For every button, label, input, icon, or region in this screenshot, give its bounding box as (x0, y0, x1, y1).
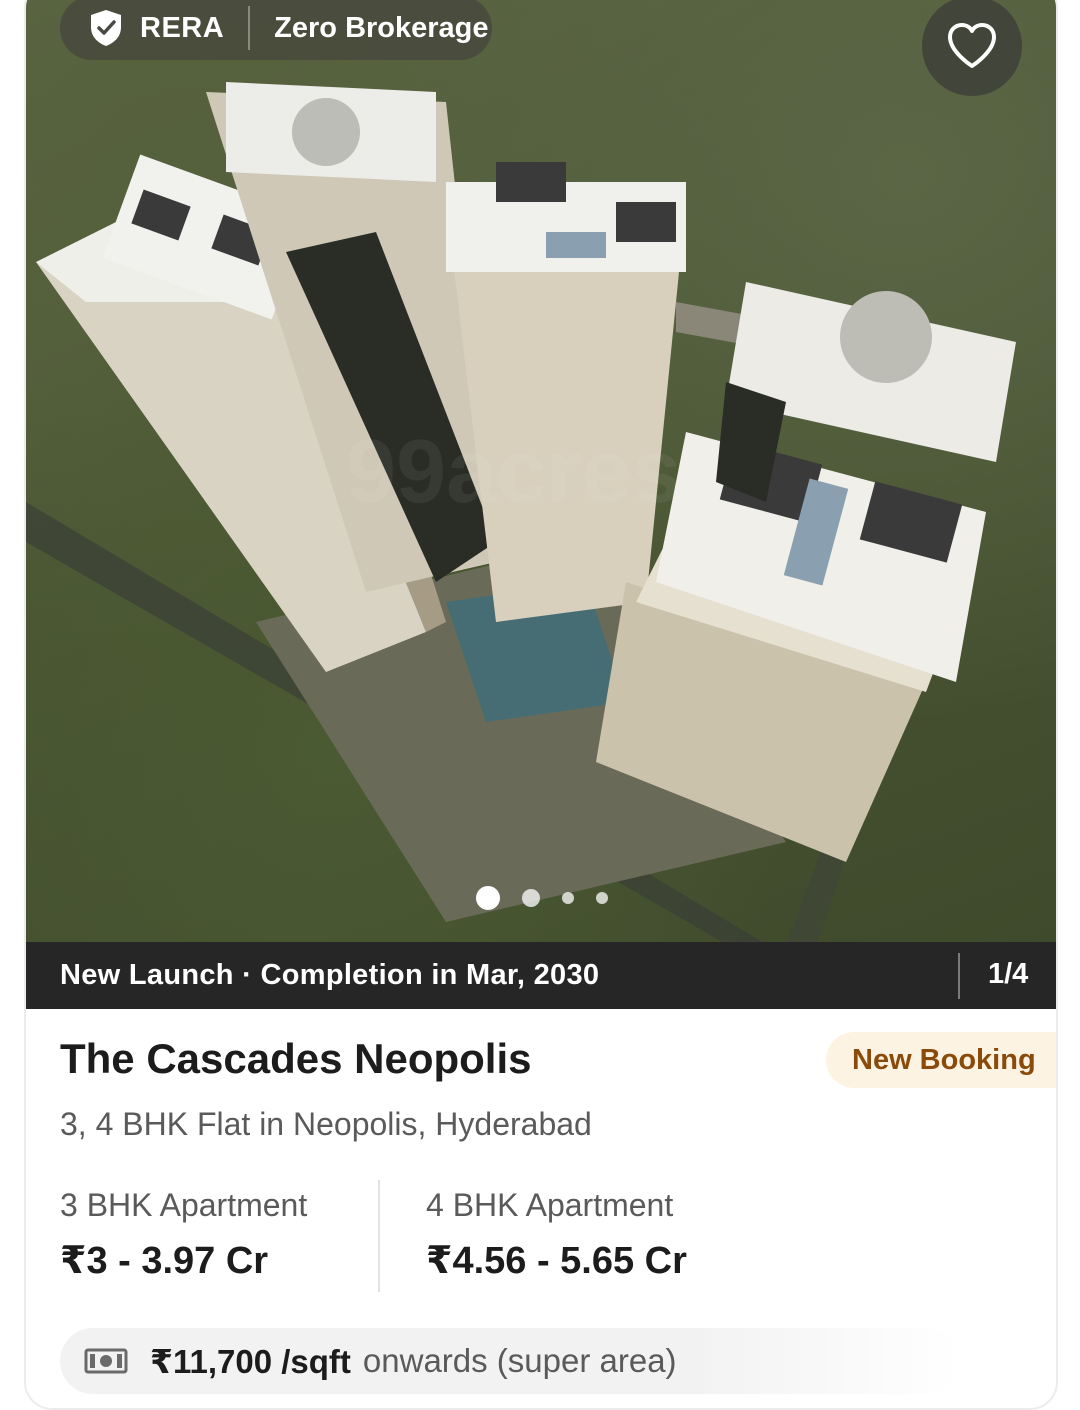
project-subtitle: 3, 4 BHK Flat in Neopolis, Hyderabad (60, 1106, 592, 1142)
rate-suffix: onwards (super area) (362, 1342, 677, 1379)
carousel-dots (476, 886, 630, 910)
config-label: 4 BHK Apartment (426, 1187, 674, 1223)
building-render-image: 99acres (26, 82, 1016, 944)
config-price: ₹3 - 3.97 Cr (60, 1240, 269, 1282)
config-price: ₹4.56 - 5.65 Cr (426, 1240, 687, 1282)
status-strip: New Launch · Completion in Mar, 2030 1/4 (26, 942, 1056, 1009)
carousel-dot-4[interactable] (596, 892, 608, 904)
config-3bhk: 3 BHK Apartment ₹3 - 3.97 Cr (60, 1187, 307, 1283)
config-label: 3 BHK Apartment (60, 1187, 308, 1223)
shield-check-icon (91, 10, 121, 46)
badge-divider (248, 6, 251, 50)
svg-text:99acres: 99acres (346, 422, 681, 522)
launch-status: New Launch · Completion in Mar, 2030 (60, 959, 600, 991)
config-divider (378, 1180, 380, 1292)
carousel-dot-1[interactable] (476, 886, 500, 910)
badge-bar: RERA Zero Brokerage (60, 0, 492, 60)
new-booking-tag: New Booking (826, 1032, 1056, 1088)
image-counter: 1/4 (988, 958, 1029, 990)
zero-brokerage-badge: Zero Brokerage (274, 11, 489, 44)
heart-icon (948, 23, 996, 68)
rera-badge: RERA (140, 11, 225, 44)
config-4bhk: 4 BHK Apartment ₹4.56 - 5.65 Cr (426, 1187, 687, 1283)
carousel-dot-3[interactable] (562, 892, 574, 904)
project-card[interactable]: 99acres RERA Zero Brokerage New Launch ·… (24, 0, 1058, 1410)
project-image-carousel[interactable]: 99acres RERA Zero Brokerage (26, 0, 1056, 944)
rate-value: ₹11,700 /sqft (150, 1342, 351, 1380)
favorite-button[interactable] (922, 0, 1022, 96)
money-icon (84, 1348, 128, 1374)
price-per-sqft: ₹11,700 /sqft onwards (super area) (60, 1328, 960, 1394)
project-title[interactable]: The Cascades Neopolis (60, 1035, 532, 1083)
carousel-dot-2[interactable] (522, 889, 540, 907)
strip-divider (958, 953, 960, 999)
